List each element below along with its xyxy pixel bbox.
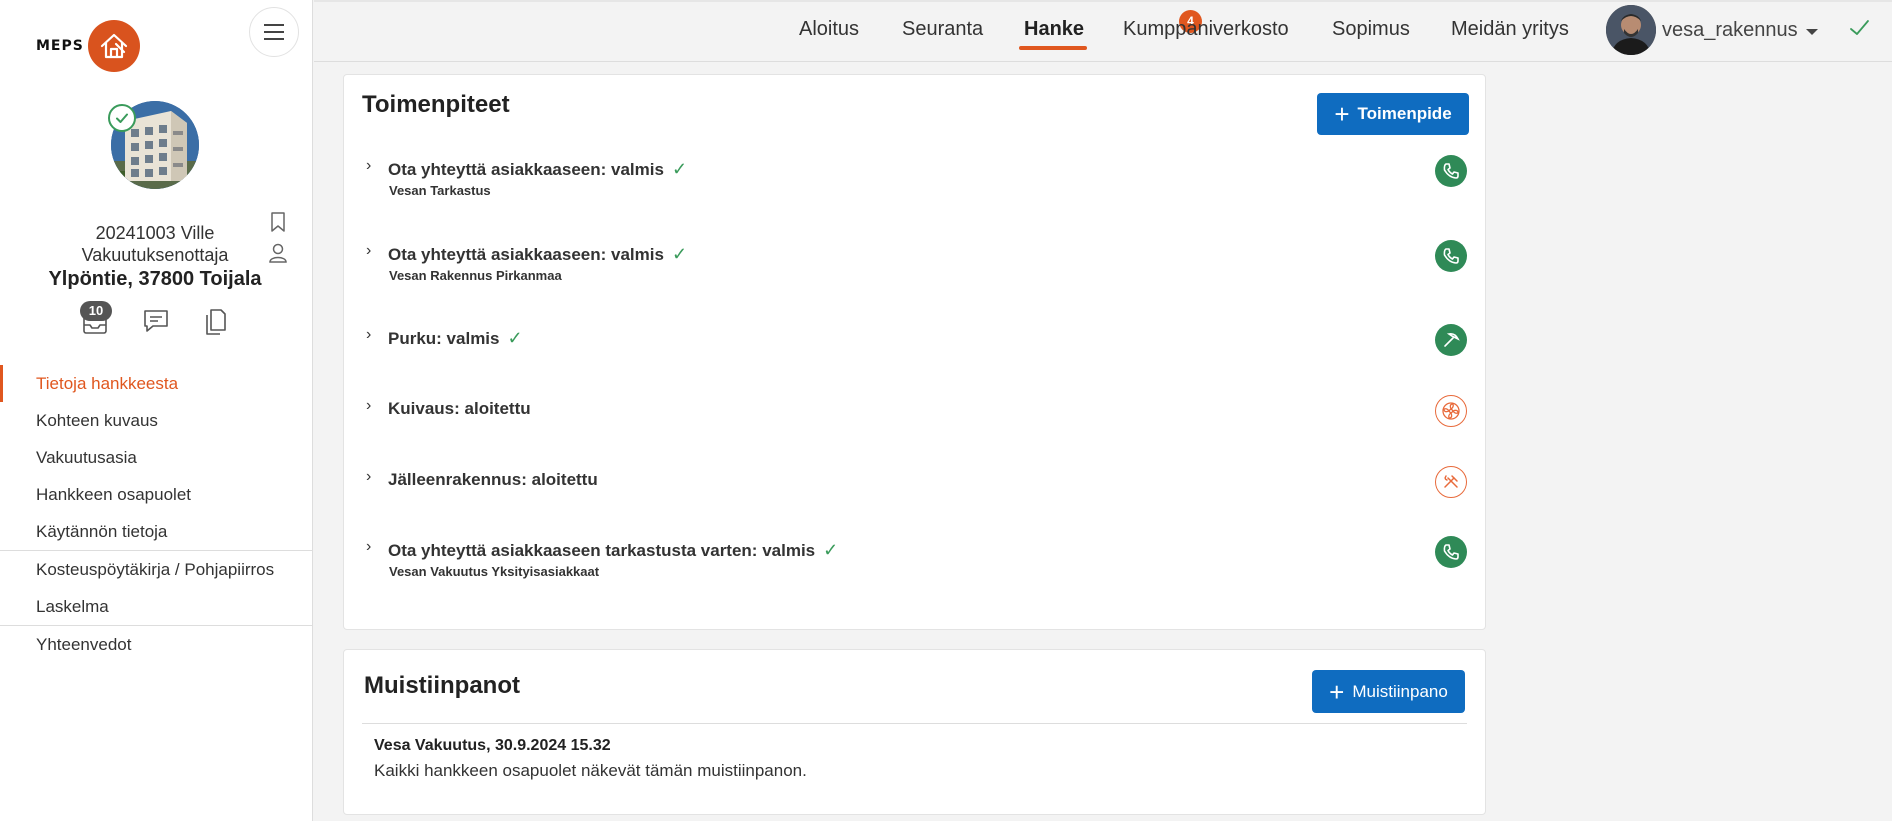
chevron-right-icon[interactable]: › bbox=[366, 468, 371, 486]
action-row[interactable]: › Purku: valmis ✓ bbox=[358, 322, 1467, 382]
done-check-icon: ✓ bbox=[823, 540, 839, 560]
active-tab-indicator bbox=[1019, 46, 1087, 50]
tools-icon[interactable] bbox=[1435, 466, 1467, 498]
chevron-right-icon[interactable]: › bbox=[366, 157, 371, 175]
done-check-icon: ✓ bbox=[671, 159, 688, 179]
chevron-down-icon[interactable] bbox=[1806, 29, 1818, 35]
action-title: Kuivaus: aloitettu bbox=[388, 399, 531, 418]
sidebar-item-moisture-report[interactable]: Kosteuspöytäkirja / Pohjapiirros bbox=[0, 551, 313, 588]
action-subtitle: Vesan Tarkastus bbox=[389, 183, 491, 198]
tab-kumppaniverkosto[interactable]: Kumppaniverkosto bbox=[1123, 18, 1289, 41]
add-action-label: Toimenpide bbox=[1357, 104, 1452, 123]
status-check-icon bbox=[1848, 17, 1870, 44]
sidebar-item-practical-info[interactable]: Käytännön tietoja bbox=[0, 513, 313, 550]
sidebar-nav: Tietoja hankkeesta Kohteen kuvaus Vakuut… bbox=[0, 365, 313, 663]
house-logo-icon bbox=[87, 20, 140, 72]
chat-icon[interactable] bbox=[143, 308, 169, 339]
tab-seuranta[interactable]: Seuranta bbox=[902, 18, 983, 41]
chevron-right-icon[interactable]: › bbox=[366, 397, 371, 415]
add-note-label: Muistiinpano bbox=[1352, 681, 1448, 701]
action-row[interactable]: › Ota yhteyttä asiakkaaseen tarkastusta … bbox=[358, 534, 1467, 594]
add-action-button[interactable]: + Toimenpide bbox=[1317, 93, 1469, 135]
tab-hanke[interactable]: Hanke bbox=[1024, 18, 1084, 41]
note-author: Vesa Vakuutus, 30.9.2024 15.32 bbox=[374, 737, 611, 754]
verified-check-icon bbox=[108, 104, 136, 132]
action-row[interactable]: › Jälleenrakennus: aloitettu bbox=[358, 464, 1467, 524]
action-subtitle: Vesan Vakuutus Yksityisasiakkaat bbox=[389, 564, 600, 579]
notes-title: Muistiinpanot bbox=[364, 672, 520, 699]
action-title: Jälleenrakennus: aloitettu bbox=[388, 470, 598, 489]
project-id: 20241003 Ville bbox=[95, 223, 215, 243]
sidebar-item-parties[interactable]: Hankkeen osapuolet bbox=[0, 476, 313, 513]
documents-icon[interactable] bbox=[203, 308, 227, 341]
action-subtitle: Vesan Rakennus Pirkanmaa bbox=[389, 268, 562, 283]
action-title: Ota yhteyttä asiakkaaseen: valmis bbox=[388, 160, 664, 179]
plus-icon: + bbox=[1329, 676, 1345, 707]
done-check-icon: ✓ bbox=[671, 244, 688, 264]
chevron-right-icon[interactable]: › bbox=[366, 326, 371, 344]
tab-meidan-yritys[interactable]: Meidän yritys bbox=[1451, 18, 1569, 41]
plus-icon: + bbox=[1334, 99, 1350, 129]
add-note-button[interactable]: + Muistiinpano bbox=[1312, 670, 1465, 713]
sidebar-item-insurance[interactable]: Vakuutusasia bbox=[0, 439, 313, 476]
sidebar: MEPS 20241003 Ville Vakuutuksenottaja Yl… bbox=[0, 0, 313, 821]
logo-text: MEPS bbox=[36, 38, 84, 54]
person-icon[interactable] bbox=[269, 243, 287, 268]
top-navigation: Aloitus 4 Seuranta Hanke Kumppaniverkost… bbox=[314, 0, 1892, 62]
tab-sopimus[interactable]: Sopimus bbox=[1332, 18, 1410, 41]
pickaxe-icon[interactable] bbox=[1435, 324, 1467, 356]
project-role: Vakuutuksenottaja bbox=[81, 245, 229, 265]
action-title: Purku: valmis bbox=[388, 329, 500, 348]
tab-aloitus[interactable]: Aloitus bbox=[799, 18, 859, 41]
chevron-right-icon[interactable]: › bbox=[366, 538, 371, 556]
note-text: Kaikki hankkeen osapuolet näkevät tämän … bbox=[374, 761, 807, 780]
username-label[interactable]: vesa_rakennus bbox=[1662, 19, 1798, 42]
user-avatar[interactable] bbox=[1606, 5, 1656, 55]
actions-title: Toimenpiteet bbox=[362, 91, 510, 118]
sidebar-item-summaries[interactable]: Yhteenvedot bbox=[0, 626, 313, 663]
app-logo[interactable]: MEPS bbox=[36, 20, 140, 72]
action-row[interactable]: › Kuivaus: aloitettu bbox=[358, 393, 1467, 453]
phone-icon[interactable] bbox=[1435, 240, 1467, 272]
notes-card: Muistiinpanot + Muistiinpano Vesa Vakuut… bbox=[343, 649, 1486, 815]
sidebar-item-site-description[interactable]: Kohteen kuvaus bbox=[0, 402, 313, 439]
sidebar-item-project-info[interactable]: Tietoja hankkeesta bbox=[0, 365, 313, 402]
action-row[interactable]: › Ota yhteyttä asiakkaaseen: valmis ✓ Ves… bbox=[358, 238, 1467, 298]
phone-icon[interactable] bbox=[1435, 536, 1467, 568]
bookmark-icon[interactable] bbox=[270, 212, 286, 237]
fan-icon[interactable] bbox=[1435, 395, 1467, 427]
project-address: Ylpöntie, 37800 Toijala bbox=[48, 268, 262, 290]
phone-icon[interactable] bbox=[1435, 155, 1467, 187]
action-row[interactable]: › Ota yhteyttä asiakkaaseen: valmis ✓ Ves… bbox=[358, 153, 1467, 213]
done-check-icon: ✓ bbox=[507, 328, 523, 348]
action-title: Ota yhteyttä asiakkaaseen: valmis bbox=[388, 245, 664, 264]
inbox-count-badge: 10 bbox=[80, 301, 112, 321]
notes-divider bbox=[362, 723, 1467, 724]
sidebar-item-calculation[interactable]: Laskelma bbox=[0, 588, 313, 625]
chevron-right-icon[interactable]: › bbox=[366, 242, 371, 260]
menu-toggle-button[interactable] bbox=[249, 7, 299, 57]
actions-card: Toimenpiteet + Toimenpide › Ota yhteyttä… bbox=[343, 74, 1486, 630]
project-avatar bbox=[108, 101, 199, 189]
action-title: Ota yhteyttä asiakkaaseen tarkastusta va… bbox=[388, 541, 816, 560]
